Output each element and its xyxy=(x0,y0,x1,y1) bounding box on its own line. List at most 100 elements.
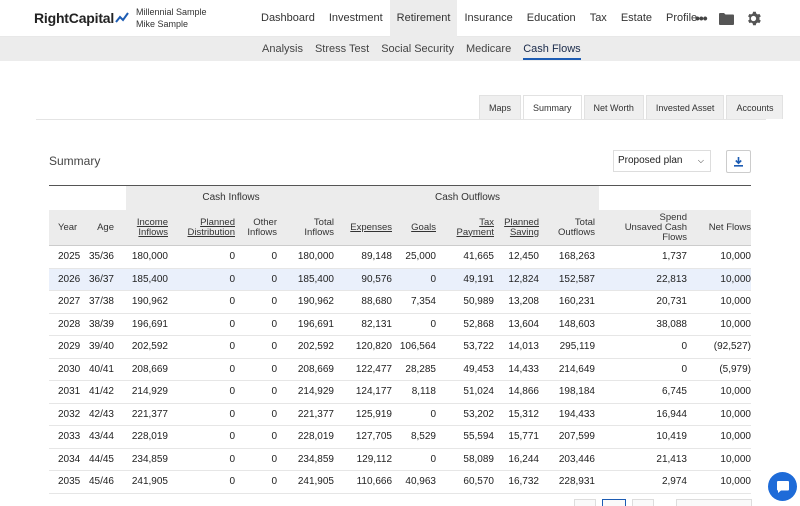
cell-year: 2030 xyxy=(58,363,81,375)
subnav-stress-test[interactable]: Stress Test xyxy=(309,37,375,61)
col-header-expenses[interactable]: Expenses xyxy=(334,210,392,245)
tab-accounts[interactable]: Accounts xyxy=(726,95,784,119)
col-header-label: Tax Payment xyxy=(456,216,495,238)
cell-flows: 2,974 xyxy=(661,476,687,487)
cell-flows: 1,737 xyxy=(661,251,687,262)
cell-age: 44/45 xyxy=(88,453,114,465)
cell-payment: 50,989 xyxy=(463,296,494,307)
cell-outflows: 152,587 xyxy=(558,273,595,285)
cell-goals: 28,285 xyxy=(405,363,436,375)
table-row: 2025 35/36 180,000 0 0 180,000 89,148 25,000 41,… xyxy=(49,246,751,269)
cell-payment: 51,024 xyxy=(463,386,494,397)
nav-item-education[interactable]: Education xyxy=(520,0,583,37)
nav-item-dashboard[interactable]: Dashboard xyxy=(254,0,322,37)
cell-distribution: 0 xyxy=(229,273,235,285)
tab-invested-asset[interactable]: Invested Asset xyxy=(645,95,725,119)
folder-icon[interactable] xyxy=(718,12,734,25)
cell-outflows: 228,931 xyxy=(558,476,595,487)
col-header-label: Planned Saving xyxy=(504,216,539,238)
tab-summary[interactable]: Summary xyxy=(523,95,582,119)
client-name[interactable]: Millennial Sample Mike Sample xyxy=(136,6,207,30)
cell-flows: 22,813 xyxy=(656,273,687,285)
cell-age: 42/43 xyxy=(88,408,114,420)
cell-age: 41/42 xyxy=(88,386,114,397)
cell-flows: 16,944 xyxy=(656,408,687,420)
cell-saving: 16,732 xyxy=(508,476,539,487)
cell-payment: 53,722 xyxy=(463,341,494,352)
plan-dropdown[interactable]: Proposed plan ⌵ xyxy=(613,150,711,172)
table-row: 2027 37/38 190,962 0 0 190,962 88,680 7,354 50,9… xyxy=(49,291,751,314)
cell-year: 2025 xyxy=(58,251,81,262)
cell-payment: 41,665 xyxy=(463,251,494,262)
col-header-age: Age xyxy=(77,210,114,245)
col-header-inflows: Total Inflows xyxy=(277,210,334,245)
cell-distribution: 0 xyxy=(229,431,235,442)
cell-distribution: 0 xyxy=(229,296,235,307)
col-header-inflows[interactable]: Income Inflows xyxy=(114,210,168,245)
pagination-next[interactable] xyxy=(632,499,654,506)
gear-icon[interactable] xyxy=(746,11,761,26)
cell-goals: 40,963 xyxy=(405,476,436,487)
cell-expenses: 89,148 xyxy=(361,251,392,262)
col-header-distribution[interactable]: Planned Distribution xyxy=(168,210,235,245)
cell-inflows: 180,000 xyxy=(131,251,168,262)
col-header-year: Year xyxy=(49,210,77,245)
cell-flows: 10,419 xyxy=(656,431,687,442)
more-icon[interactable]: ••• xyxy=(695,10,708,26)
cell-payment: 53,202 xyxy=(463,408,494,420)
cell-inflows: 0 xyxy=(271,431,277,442)
cell-age: 36/37 xyxy=(88,273,114,285)
cell-expenses: 129,112 xyxy=(356,453,392,465)
cell-net-flows: 10,000 xyxy=(720,296,751,307)
plan-dropdown-value: Proposed plan xyxy=(618,155,683,166)
download-button[interactable] xyxy=(726,150,751,173)
cell-flows: 20,731 xyxy=(656,296,687,307)
nav-item-insurance[interactable]: Insurance xyxy=(457,0,519,37)
col-header-label: Year xyxy=(58,221,78,233)
cell-payment: 55,594 xyxy=(463,431,494,442)
table-body: 2025 35/36 180,000 0 0 180,000 89,148 25,000 41,… xyxy=(49,246,751,494)
table-row: 2034 44/45 234,859 0 0 234,859 129,112 0 58,089 1… xyxy=(49,449,751,471)
cell-net-flows: 10,000 xyxy=(720,273,751,285)
cell-outflows: 198,184 xyxy=(558,386,595,397)
col-header-label: Expenses xyxy=(350,221,392,233)
tab-maps[interactable]: Maps xyxy=(479,95,522,119)
subnav-analysis[interactable]: Analysis xyxy=(256,37,309,61)
cell-payment: 60,570 xyxy=(463,476,494,487)
chat-button[interactable] xyxy=(768,472,797,501)
cell-saving: 14,013 xyxy=(508,341,539,352)
cell-flows: 38,088 xyxy=(656,318,687,330)
pagination-current[interactable] xyxy=(602,499,626,506)
cell-goals: 7,354 xyxy=(410,296,436,307)
cash-flow-table: Year Age Income Inflows Planned Distribution O… xyxy=(49,210,751,494)
subnav-social-security[interactable]: Social Security xyxy=(375,37,460,61)
tab-net-worth[interactable]: Net Worth xyxy=(583,95,644,119)
cell-year: 2033 xyxy=(58,431,81,442)
subnav-cash-flows[interactable]: Cash Flows xyxy=(517,37,586,61)
col-header-flows: Spend Unsaved Cash Flows xyxy=(595,210,687,245)
cell-distribution: 0 xyxy=(229,363,235,375)
cell-year: 2029 xyxy=(58,341,81,352)
cell-year: 2031 xyxy=(58,386,81,397)
cell-inflows: 208,669 xyxy=(131,363,168,375)
nav-item-tax[interactable]: Tax xyxy=(583,0,614,37)
table-row: 2030 40/41 208,669 0 0 208,669 122,477 28,285 49… xyxy=(49,359,751,381)
cell-saving: 15,771 xyxy=(508,431,539,442)
cell-payment: 58,089 xyxy=(463,453,494,465)
col-header-payment[interactable]: Tax Payment xyxy=(436,210,495,245)
sub-nav-bar: Analysis Stress Test Social Security Medica… xyxy=(0,37,800,61)
pagination-size[interactable] xyxy=(676,499,752,506)
cell-net-flows: 10,000 xyxy=(720,476,751,487)
subnav-medicare[interactable]: Medicare xyxy=(460,37,517,61)
col-header-saving[interactable]: Planned Saving xyxy=(494,210,539,245)
table-header-row: Year Age Income Inflows Planned Distribution O… xyxy=(49,210,751,246)
nav-item-retirement[interactable]: Retirement xyxy=(389,0,458,37)
rightcapital-logo[interactable]: Right Capital xyxy=(34,10,129,26)
col-header-goals[interactable]: Goals xyxy=(392,210,436,245)
nav-item-estate[interactable]: Estate xyxy=(614,0,659,37)
pagination-prev[interactable] xyxy=(574,499,596,506)
cell-net-flows: 10,000 xyxy=(720,251,751,262)
cell-net-flows: (92,527) xyxy=(713,341,751,352)
nav-item-investment[interactable]: Investment xyxy=(322,0,390,37)
cell-inflows: 202,592 xyxy=(297,341,334,352)
